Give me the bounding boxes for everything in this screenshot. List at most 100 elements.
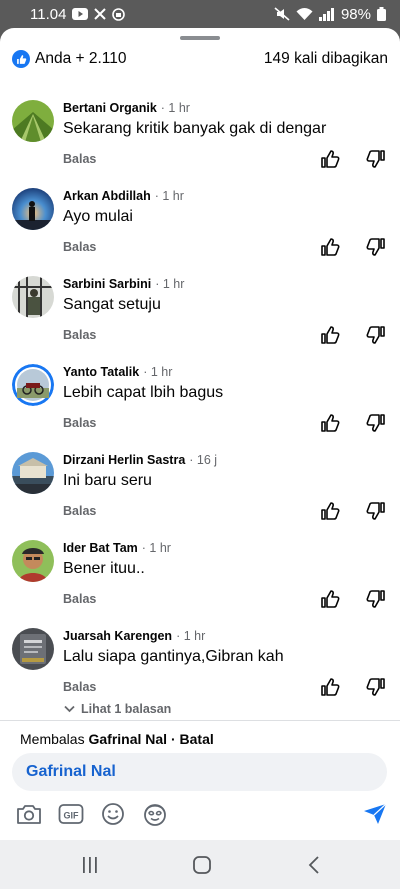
comment-item: Sarbini Sarbini · 1 hr Sangat setuju Bal… bbox=[0, 272, 400, 360]
thumbs-down-icon[interactable] bbox=[366, 149, 386, 169]
comment-author[interactable]: Ider Bat Tam bbox=[63, 541, 138, 555]
replying-to-bar: Membalas Gafrinal Nal · Batal bbox=[20, 731, 214, 747]
reply-button[interactable]: Balas bbox=[63, 592, 96, 606]
comment-header: Dirzani Herlin Sastra · 16 j bbox=[63, 453, 217, 467]
chevron-down-icon bbox=[64, 702, 75, 716]
sheet-drag-handle[interactable] bbox=[180, 36, 220, 40]
comment-time: · 1 hr bbox=[155, 277, 185, 291]
comment-time: · 1 hr bbox=[176, 629, 206, 643]
comment-author[interactable]: Dirzani Herlin Sastra bbox=[63, 453, 185, 467]
composer-toolbar: GIF bbox=[16, 801, 388, 827]
comment-header: Arkan Abdillah · 1 hr bbox=[63, 189, 184, 203]
comment-author[interactable]: Juarsah Karengen bbox=[63, 629, 172, 643]
view-replies-button[interactable]: Lihat 1 balasan bbox=[64, 702, 171, 716]
thumbs-down-icon[interactable] bbox=[366, 325, 386, 345]
comment-header: Sarbini Sarbini · 1 hr bbox=[63, 277, 184, 291]
status-time: 11.04 bbox=[30, 5, 67, 23]
comment-item: Ider Bat Tam · 1 hr Bener ituu.. Balas bbox=[0, 536, 400, 624]
avatar[interactable] bbox=[12, 452, 54, 494]
avatar[interactable] bbox=[12, 188, 54, 230]
comment-header: Ider Bat Tam · 1 hr bbox=[63, 541, 171, 555]
replying-prefix: Membalas bbox=[20, 731, 85, 747]
comment-item: Yanto Tatalik · 1 hr Lebih capat lbih ba… bbox=[0, 360, 400, 448]
comment-text: Sangat setuju bbox=[63, 296, 161, 313]
comment-author[interactable]: Sarbini Sarbini bbox=[63, 277, 151, 291]
comment-item: Dirzani Herlin Sastra · 16 j Ini baru se… bbox=[0, 448, 400, 536]
wifi-icon bbox=[296, 7, 313, 21]
reply-button[interactable]: Balas bbox=[63, 328, 96, 342]
reaction-summary: Anda + 2.110 149 kali dibagikan bbox=[12, 48, 388, 70]
comment-item: Bertani Organik · 1 hr Sekarang kritik b… bbox=[0, 96, 400, 184]
thumbs-down-icon[interactable] bbox=[366, 501, 386, 521]
comment-text: Ini baru seru bbox=[63, 472, 152, 489]
notification-app-icon bbox=[112, 7, 126, 21]
comment-time: · 1 hr bbox=[141, 541, 171, 555]
gif-icon[interactable]: GIF bbox=[58, 801, 84, 827]
battery-percent: 98% bbox=[340, 5, 371, 23]
signal-icon bbox=[318, 7, 335, 21]
comment-time: · 1 hr bbox=[143, 365, 173, 379]
emoji-icon[interactable] bbox=[100, 801, 126, 827]
avatar[interactable] bbox=[12, 276, 54, 318]
camera-icon[interactable] bbox=[16, 801, 42, 827]
battery-icon bbox=[377, 7, 386, 21]
back-icon[interactable] bbox=[303, 854, 325, 876]
thumbs-down-icon[interactable] bbox=[366, 677, 386, 697]
recent-apps-icon[interactable] bbox=[79, 854, 101, 876]
reply-button[interactable]: Balas bbox=[63, 152, 96, 166]
comment-header: Juarsah Karengen · 1 hr bbox=[63, 629, 205, 643]
reactions-count: Anda + 2.110 bbox=[35, 50, 127, 67]
thumbs-down-icon[interactable] bbox=[366, 413, 386, 433]
thumbs-up-icon[interactable] bbox=[320, 413, 340, 433]
like-reaction-icon bbox=[12, 50, 30, 68]
reply-composer: Membalas Gafrinal Nal · Batal Gafrinal N… bbox=[0, 720, 400, 840]
comment-header: Bertani Organik · 1 hr bbox=[63, 101, 190, 115]
comments-sheet: Anda + 2.110 149 kali dibagikan Bertani … bbox=[0, 28, 400, 840]
x-icon bbox=[94, 8, 107, 20]
system-nav-bar bbox=[0, 840, 400, 889]
cancel-reply-button[interactable]: · Batal bbox=[171, 731, 214, 747]
comment-text: Lebih capat lbih bagus bbox=[63, 384, 224, 401]
youtube-icon bbox=[72, 8, 89, 20]
thumbs-down-icon[interactable] bbox=[366, 589, 386, 609]
thumbs-up-icon[interactable] bbox=[320, 325, 340, 345]
view-replies-label: Lihat 1 balasan bbox=[81, 702, 172, 716]
comment-header: Yanto Tatalik · 1 hr bbox=[63, 365, 172, 379]
reply-button[interactable]: Balas bbox=[63, 416, 96, 430]
comment-text: Sekarang kritik banyak gak di dengar bbox=[63, 120, 327, 137]
comment-author[interactable]: Bertani Organik bbox=[63, 101, 157, 115]
avatar[interactable] bbox=[12, 628, 54, 670]
thumbs-up-icon[interactable] bbox=[320, 237, 340, 257]
thumbs-up-icon[interactable] bbox=[320, 589, 340, 609]
thumbs-up-icon[interactable] bbox=[320, 677, 340, 697]
reactions-button[interactable]: Anda + 2.110 bbox=[12, 50, 127, 68]
mention-tag: Gafrinal Nal bbox=[26, 763, 116, 780]
reply-button[interactable]: Balas bbox=[63, 240, 96, 254]
home-icon[interactable] bbox=[191, 854, 213, 876]
comment-text: Lalu siapa gantinya,Gibran kah bbox=[63, 648, 284, 665]
reply-button[interactable]: Balas bbox=[63, 504, 96, 518]
comment-author[interactable]: Yanto Tatalik bbox=[63, 365, 139, 379]
avatar-sticker-icon[interactable] bbox=[142, 801, 168, 827]
comment-text: Ayo mulai bbox=[63, 208, 133, 225]
reply-button[interactable]: Balas bbox=[63, 680, 96, 694]
comment-time: · 1 hr bbox=[160, 101, 190, 115]
comment-text: Bener ituu.. bbox=[63, 560, 145, 577]
thumbs-down-icon[interactable] bbox=[366, 237, 386, 257]
thumbs-up-icon[interactable] bbox=[320, 501, 340, 521]
thumbs-up-icon[interactable] bbox=[320, 149, 340, 169]
comment-time: · 16 j bbox=[189, 453, 218, 467]
mute-icon bbox=[274, 7, 290, 21]
avatar[interactable] bbox=[12, 364, 54, 406]
comment-item: Arkan Abdillah · 1 hr Ayo mulai Balas bbox=[0, 184, 400, 272]
svg-text:GIF: GIF bbox=[64, 811, 80, 821]
comment-input[interactable]: Gafrinal Nal bbox=[12, 753, 387, 791]
avatar[interactable] bbox=[12, 540, 54, 582]
avatar[interactable] bbox=[12, 100, 54, 142]
comment-time: · 1 hr bbox=[154, 189, 184, 203]
comment-author[interactable]: Arkan Abdillah bbox=[63, 189, 151, 203]
comment-item: Juarsah Karengen · 1 hr Lalu siapa ganti… bbox=[0, 624, 400, 712]
shares-count[interactable]: 149 kali dibagikan bbox=[264, 50, 388, 68]
send-icon[interactable] bbox=[362, 801, 388, 827]
status-bar: 11.04 98% bbox=[0, 0, 400, 28]
